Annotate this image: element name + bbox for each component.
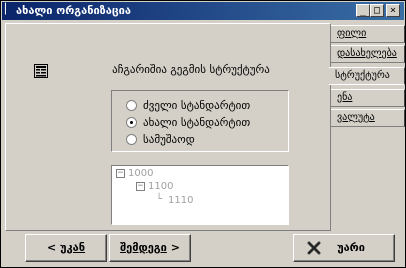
minimize-button[interactable]: _	[356, 4, 370, 17]
structure-icon	[34, 64, 48, 78]
tab-label: ფილი	[337, 28, 367, 39]
tab-label: სტრუქტურა	[335, 70, 390, 81]
cancel-x-icon	[307, 241, 321, 255]
panel-title: აჩგარიშია გეგმის სტრუქტურა	[112, 63, 270, 76]
radio-label: ახალი სტანდარტით	[143, 116, 251, 129]
radio-label: ძველი სტანდარტით	[143, 99, 251, 112]
back-arrow-icon: <	[46, 241, 57, 254]
tab-currency[interactable]: ვალუტა	[331, 109, 405, 127]
tab-label: დასახელება	[337, 48, 397, 59]
next-button[interactable]: შემდეგი >	[109, 234, 191, 262]
next-label: შემდეგი	[120, 241, 167, 254]
cancel-button[interactable]: უარი	[293, 234, 395, 262]
tree-node-1110[interactable]: 1110	[168, 194, 193, 207]
tree-collapse-icon[interactable]: −	[116, 169, 125, 178]
tab-language[interactable]: ენა	[331, 89, 405, 107]
radio-circle[interactable]	[126, 134, 137, 145]
tree-node-1100[interactable]: 1100	[148, 180, 173, 193]
tab-label: ენა	[337, 92, 353, 103]
content-panel: აჩგარიშია გეგმის სტრუქტურა ძველი სტანდარ…	[5, 23, 331, 231]
side-tabs: ფილი დასახელება სტრუქტურა ენა ვალუტა	[329, 23, 405, 231]
title-bar[interactable]: ▏ ახალი ორგანიზაცია _ □ ×	[2, 2, 404, 20]
button-bar: < უკან შემდეგი > უარი	[5, 234, 403, 264]
tab-file[interactable]: ფილი	[331, 25, 405, 43]
account-tree: − 1000 − 1100 └ 1110	[111, 165, 289, 225]
standard-radio-group: ძველი სტანდარტით ახალი სტანდარტით სამუშა…	[111, 90, 289, 152]
tree-collapse-icon[interactable]: −	[136, 182, 145, 191]
maximize-button[interactable]: □	[370, 4, 384, 17]
next-arrow-icon: >	[170, 241, 180, 254]
tree-node-1000[interactable]: 1000	[128, 167, 153, 180]
tree-connector-icon: └	[156, 194, 163, 205]
back-label: უკან	[60, 241, 86, 254]
window-title: ახალი ორგანიზაცია	[16, 4, 131, 17]
cancel-label: უარი	[337, 241, 365, 254]
radio-working[interactable]: სამუშაოდ	[126, 133, 286, 147]
tab-structure[interactable]: სტრუქტურა	[329, 67, 405, 85]
radio-label: სამუშაოდ	[143, 133, 195, 146]
wizard-window: ▏ ახალი ორგანიზაცია _ □ × აჩგარიშია გეგმ…	[0, 0, 406, 268]
back-button[interactable]: < უკან	[25, 234, 107, 262]
radio-old-standard[interactable]: ძველი სტანდარტით	[126, 99, 286, 113]
app-icon: ▏	[5, 4, 13, 15]
tab-label: ვალუტა	[337, 112, 375, 123]
close-button[interactable]: ×	[386, 4, 400, 17]
tab-name[interactable]: დასახელება	[331, 45, 405, 63]
radio-new-standard[interactable]: ახალი სტანდარტით	[126, 116, 286, 130]
radio-circle[interactable]	[126, 100, 137, 111]
radio-circle-selected[interactable]	[126, 117, 137, 128]
